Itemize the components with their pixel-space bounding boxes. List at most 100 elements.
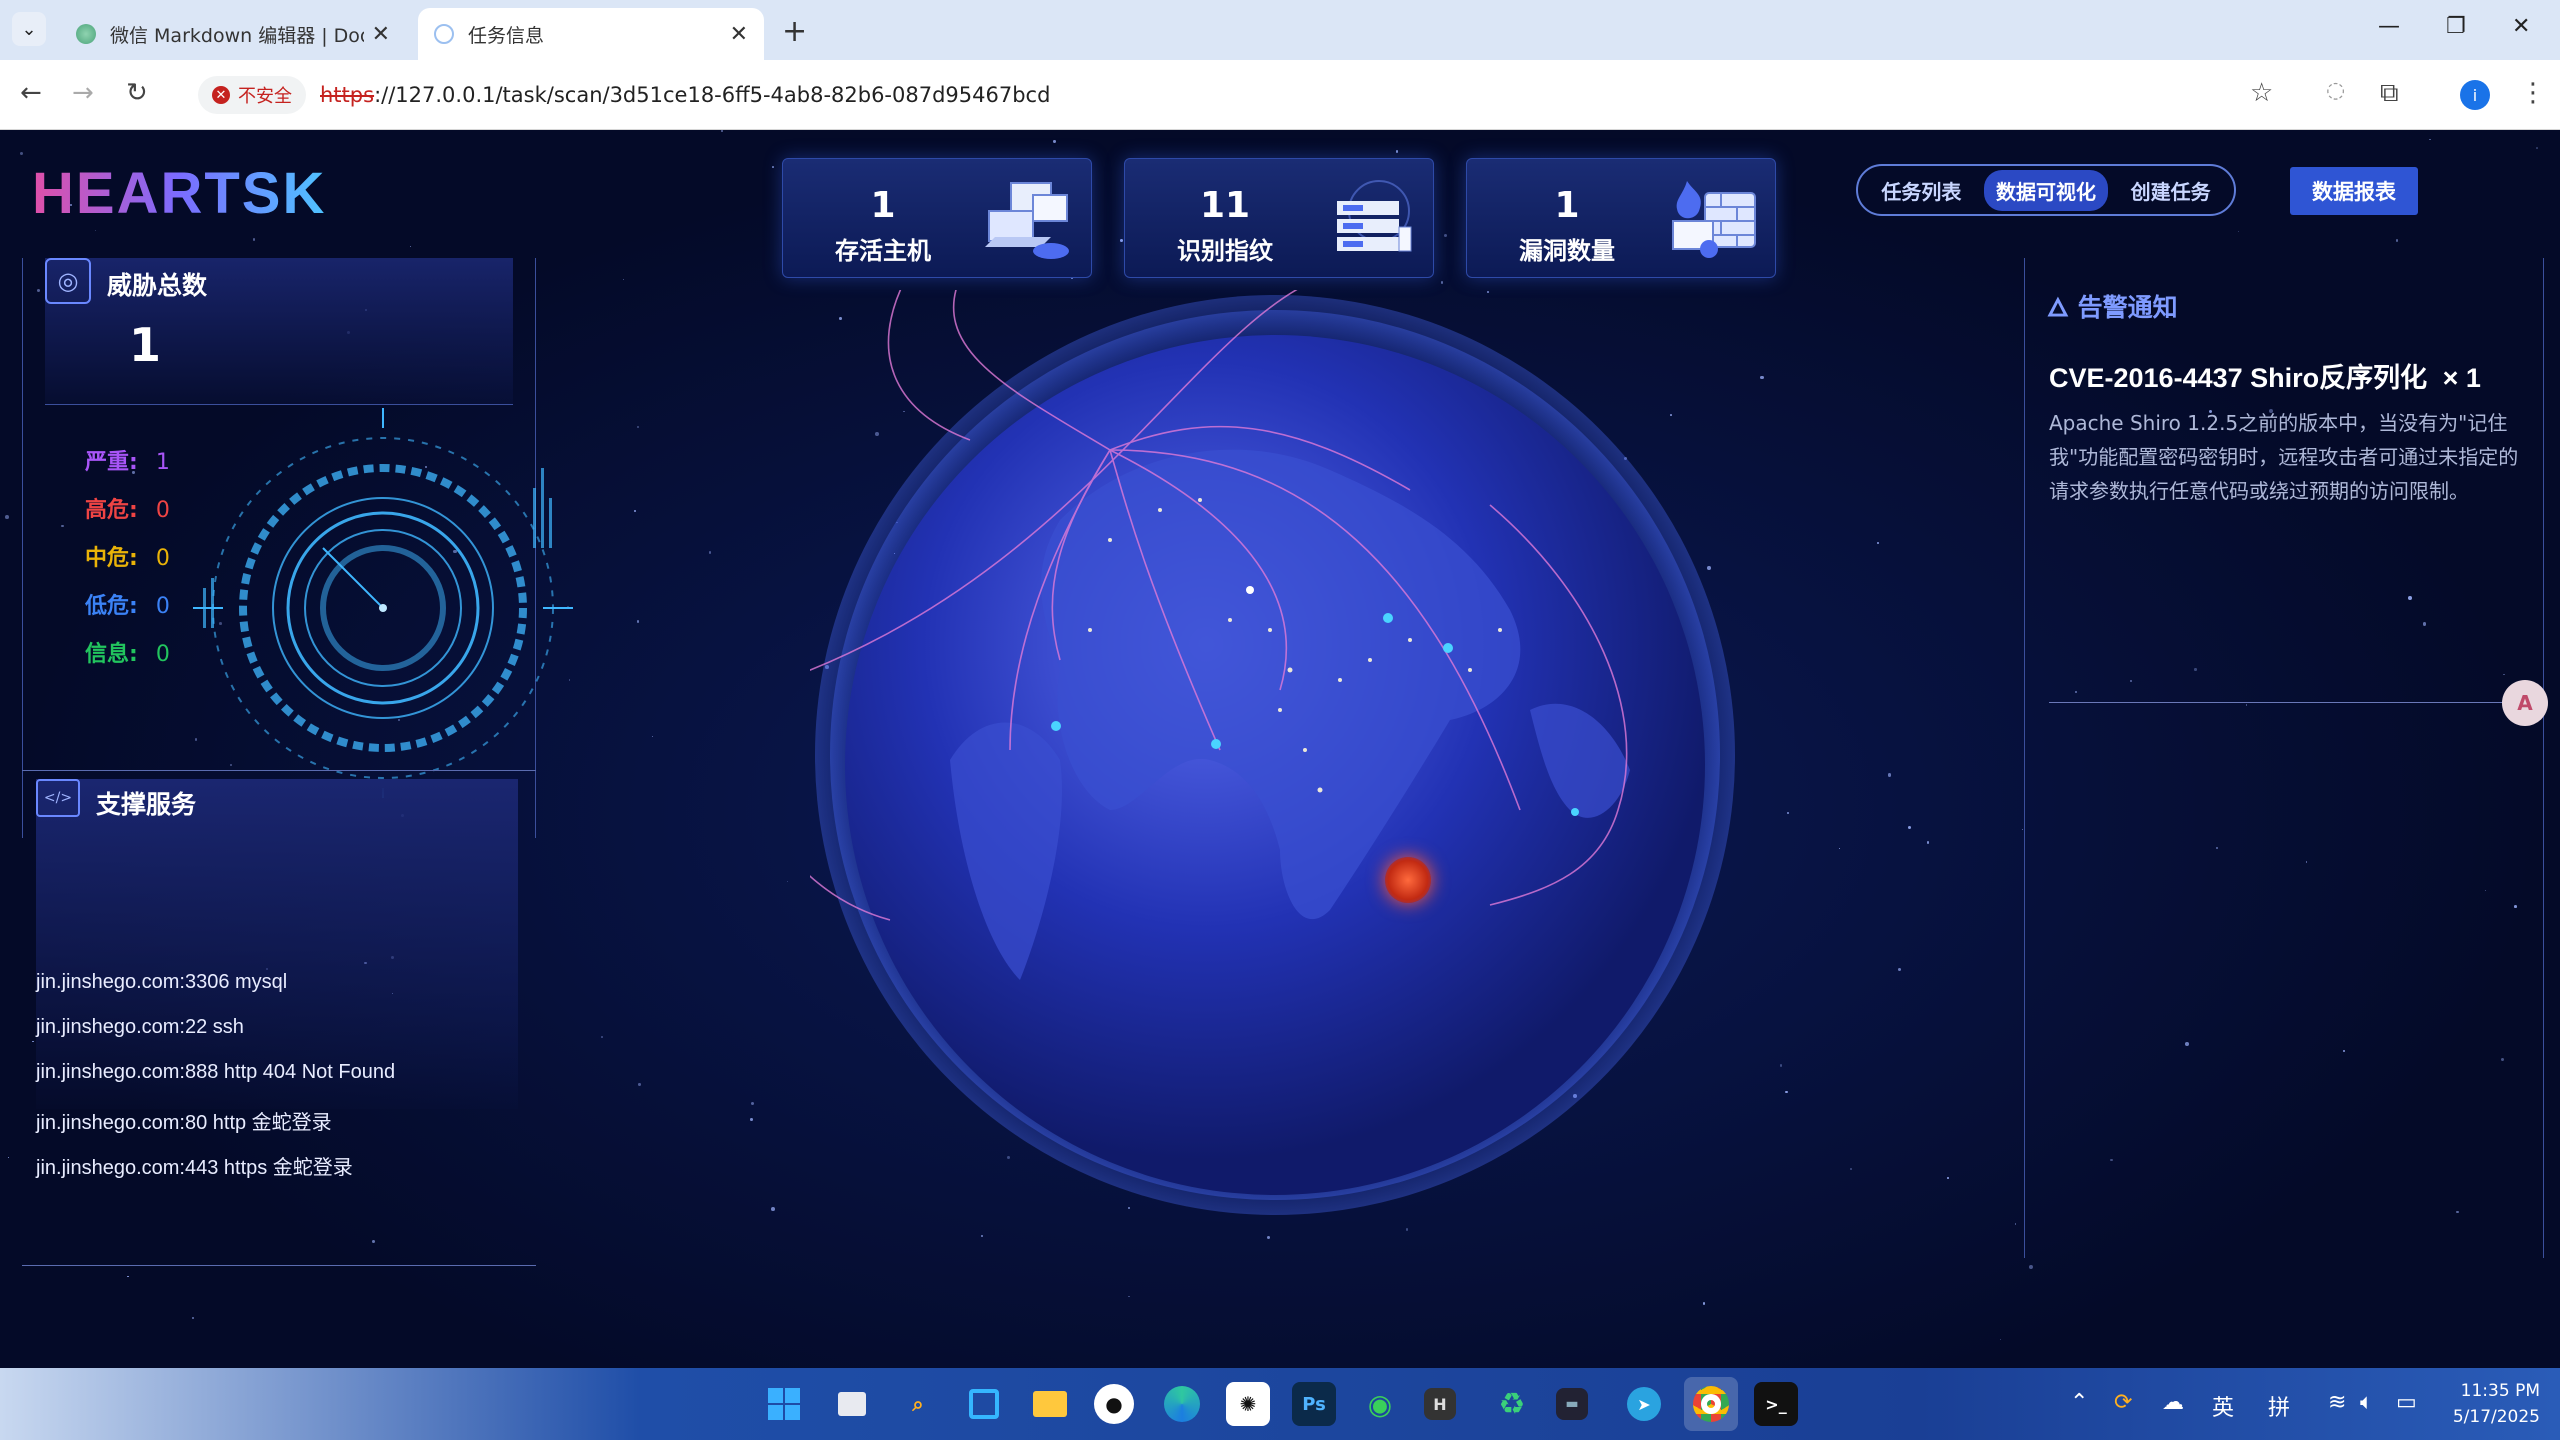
recycle-app-icon[interactable]: ♻ (1490, 1382, 1534, 1426)
service-item[interactable]: jin.jinshego.com:3306 mysql (36, 971, 287, 994)
star-dot (720, 130, 724, 133)
threat-radar-icon: ◎ (45, 258, 91, 304)
service-item[interactable]: jin.jinshego.com:80 http 金蛇登录 (36, 1106, 332, 1135)
telegram-icon[interactable]: ➤ (1622, 1382, 1666, 1426)
chatgpt-icon[interactable]: ✺ (1226, 1382, 1270, 1426)
alert-panel: 🜂 告警通知 CVE-2016-4437 Shiro反序列化 × 1 Apach… (2024, 258, 2544, 1258)
star-dot (1440, 281, 1444, 284)
bookmark-star-icon[interactable]: ☆ (2250, 78, 2273, 108)
clock-time: 11:35 PM (2460, 1381, 2540, 1401)
alert-item-title[interactable]: CVE-2016-4437 Shiro反序列化 × 1 (2049, 356, 2481, 395)
star-dot (2429, 138, 2432, 141)
stat-value: 11 (1199, 185, 1251, 226)
tray-overflow-icon[interactable]: ⌃ (2070, 1390, 2088, 1415)
search-icon[interactable]: ⌕ (896, 1382, 940, 1426)
star-dot (750, 1118, 753, 1121)
severity-value: 0 (155, 642, 170, 667)
edge-icon[interactable] (1160, 1382, 1204, 1426)
service-item[interactable]: jin.jinshego.com:22 ssh (36, 1016, 244, 1039)
star-dot (2028, 1265, 2033, 1270)
star-dot (636, 620, 640, 623)
tab-task-info[interactable]: 任务信息 ✕ (418, 8, 764, 60)
service-item[interactable]: jin.jinshego.com:888 http 404 Not Found (36, 1061, 395, 1084)
nav-task-list[interactable]: 任务列表 (1869, 170, 1973, 211)
forward-icon[interactable]: → (72, 78, 94, 108)
ime-language[interactable]: 英 (2212, 1390, 2234, 1422)
stat-card-vulnerabilities: 1 漏洞数量 (1466, 158, 1776, 278)
photoshop-icon[interactable]: Ps (1292, 1382, 1336, 1426)
star-dot (1780, 1064, 1783, 1067)
severity-value: 0 (155, 594, 170, 619)
star-dot (1443, 233, 1448, 238)
markdown-favicon-icon (76, 24, 96, 44)
dashboard-page: HEARTSK 1 存活主机 11 识别指纹 1 漏洞数量 任务列表 数据可视化… (0, 130, 2560, 1368)
url-text[interactable]: https://127.0.0.1/task/scan/3d51ce18-6ff… (320, 83, 1050, 107)
cloud-icon[interactable]: ☁ (2162, 1390, 2184, 1415)
translate-icon[interactable]: A (2502, 680, 2548, 726)
address-bar[interactable]: ✕ 不安全 https://127.0.0.1/task/scan/3d51ce… (182, 70, 2282, 120)
reload-icon[interactable]: ↻ (126, 78, 148, 108)
alert-title: 告警通知 (2077, 293, 2178, 322)
chrome-icon[interactable] (1684, 1377, 1738, 1431)
star-dot (1267, 1235, 1271, 1239)
github-icon[interactable]: ● (1094, 1384, 1134, 1424)
star-dot (1395, 150, 1399, 153)
star-dot (410, 245, 412, 247)
support-panel-inner: </> 支撑服务 (36, 779, 518, 1109)
profile-avatar[interactable]: i (2460, 80, 2490, 110)
system-clock[interactable]: 11:35 PM 5/17/2025 (2440, 1378, 2540, 1430)
battery-icon[interactable]: ▭ (2396, 1390, 2417, 1415)
volume-icon[interactable]: 🔈︎ (2360, 1390, 2373, 1415)
ime-mode[interactable]: 拼 (2268, 1390, 2290, 1422)
star-dot (1703, 1302, 1706, 1305)
wechat-icon[interactable]: ◉ (1358, 1382, 1402, 1426)
service-item[interactable]: jin.jinshego.com:443 https 金蛇登录 (36, 1151, 353, 1180)
menu-kebab-icon[interactable]: ⋮ (2520, 78, 2546, 108)
chat-icon[interactable]: ◌ (2326, 78, 2345, 103)
star-dot (636, 425, 639, 428)
star-dot (127, 1275, 129, 1278)
file-explorer-icon[interactable] (1028, 1382, 1072, 1426)
stat-label: 识别指纹 (1177, 237, 1273, 265)
new-tab-button[interactable]: + (782, 14, 807, 49)
star-dot (191, 1316, 194, 1320)
minimize-icon[interactable]: — (2378, 14, 2400, 39)
back-icon[interactable]: ← (20, 78, 42, 108)
task-view-icon[interactable] (830, 1382, 874, 1426)
divider (45, 404, 513, 405)
tab-search-button[interactable]: ⌄ (12, 12, 46, 46)
restore-icon[interactable]: ❐ (2446, 14, 2466, 39)
tab-markdown-editor[interactable]: 微信 Markdown 编辑器 | Doo ✕ (60, 8, 406, 60)
sync-icon[interactable]: ⟳ (2114, 1390, 2132, 1415)
star-dot (1947, 1177, 1950, 1180)
star-dot (772, 165, 774, 168)
data-report-button[interactable]: 数据报表 (2290, 167, 2418, 215)
tab-title: 微信 Markdown 编辑器 | Doo (110, 24, 364, 47)
star-dot (1120, 239, 1124, 242)
start-icon[interactable] (762, 1382, 806, 1426)
vulnerability-firewall-icon (1672, 181, 1756, 258)
target-marker-icon[interactable] (1385, 857, 1431, 903)
heartsk-app-icon[interactable]: H (1424, 1388, 1456, 1420)
loading-favicon-icon (434, 24, 454, 44)
widgets-icon[interactable] (962, 1382, 1006, 1426)
extensions-icon[interactable]: ⧉ (2380, 78, 2399, 109)
threat-title: 威胁总数 (107, 271, 208, 300)
close-tab-icon[interactable]: ✕ (372, 22, 390, 47)
star-dot (2237, 231, 2240, 233)
terminal-app-icon[interactable]: ▬ (1556, 1388, 1588, 1420)
stat-value: 1 (870, 185, 896, 226)
windows-terminal-icon[interactable]: >_ (1754, 1382, 1798, 1426)
nav-create-task[interactable]: 创建任务 (2119, 170, 2223, 211)
wifi-icon[interactable]: ≋ (2328, 1390, 2346, 1415)
cve-count: × 1 (2442, 363, 2481, 393)
window-close-icon[interactable]: ✕ (2512, 14, 2530, 39)
star-dot (7, 1156, 10, 1159)
security-label: 不安全 (238, 86, 292, 107)
threat-total: 1 (129, 318, 162, 372)
nav-data-visualization[interactable]: 数据可视化 (1983, 169, 2108, 211)
star-dot (2395, 239, 2399, 242)
security-indicator[interactable]: ✕ 不安全 (198, 76, 306, 114)
close-tab-icon[interactable]: ✕ (730, 22, 748, 47)
star-dot (623, 278, 625, 280)
